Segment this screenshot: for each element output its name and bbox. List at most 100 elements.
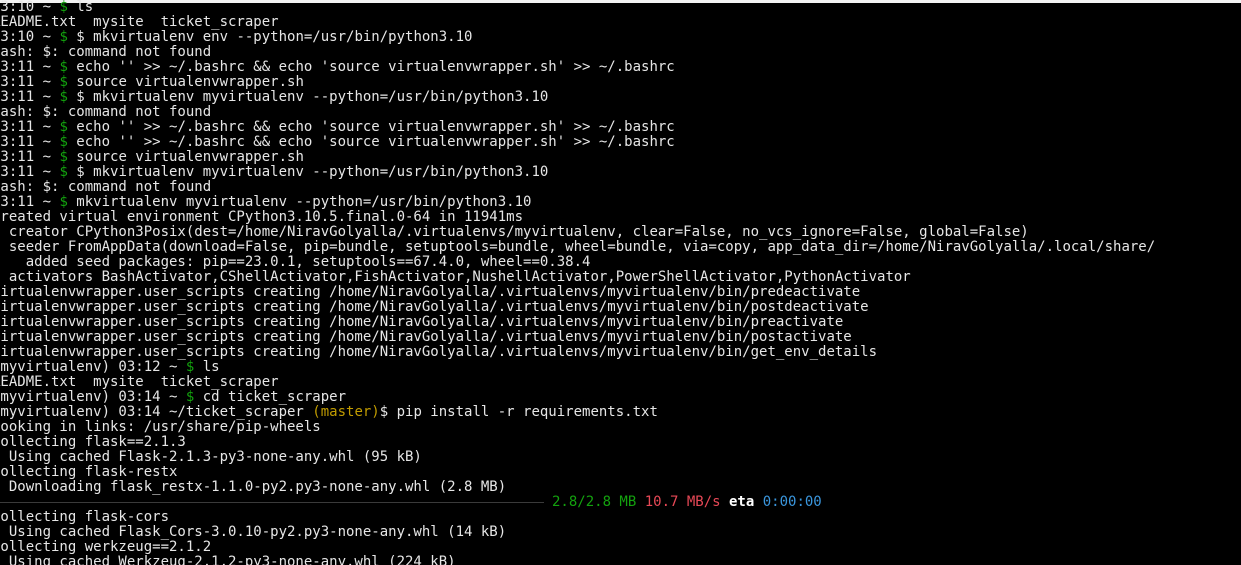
terminal-line: 03:11 ~ $ echo '' >> ~/.bashrc && echo '… [0, 135, 1241, 150]
terminal-line: 03:10 ~ $ ls [0, 0, 1241, 15]
terminal-text-segment: ls [202, 359, 220, 375]
terminal-text-segment: 03:11 ~ [0, 59, 52, 75]
terminal-text-segment: (myvirtualenv) 03:14 ~/ticket_scraper [0, 404, 313, 420]
terminal-text-segment: source virtualenvwrapper.sh [76, 74, 304, 90]
terminal-text-segment: $ mkvirtualenv myvirtualenv --python=/us… [76, 89, 549, 105]
terminal-line: activators BashActivator,CShellActivator… [0, 270, 1241, 285]
terminal-text-segment: Collecting flask==2.1.3 [0, 434, 186, 450]
terminal-text-segment: added seed packages: pip==23.0.1, setupt… [0, 254, 591, 270]
terminal-text-segment: 03:11 ~ [0, 74, 52, 90]
terminal-text-segment: ls [76, 0, 94, 15]
terminal-line: 03:11 ~ $ source virtualenvwrapper.sh [0, 150, 1241, 165]
terminal-text-segment: virtualenvwrapper.user_scripts creating … [0, 344, 878, 360]
terminal-window[interactable]: 03:10 ~ $ lsREADME.txt mysite ticket_scr… [0, 0, 1241, 565]
terminal-line: 03:11 ~ $ source virtualenvwrapper.sh [0, 75, 1241, 90]
terminal-text-segment: activators BashActivator,CShellActivator… [0, 269, 911, 285]
terminal-line: 03:11 ~ $ $ mkvirtualenv myvirtualenv --… [0, 90, 1241, 105]
terminal-text-segment: cd ticket_scraper [202, 389, 347, 405]
terminal-line: (myvirtualenv) 03:14 ~ $ cd ticket_scrap… [0, 390, 1241, 405]
terminal-line: virtualenvwrapper.user_scripts creating … [0, 285, 1241, 300]
terminal-text-segment: bash: $: command not found [0, 104, 212, 120]
terminal-text-segment: Looking in links: /usr/share/pip-wheels [0, 419, 321, 435]
terminal-text-segment: 03:11 ~ [0, 164, 52, 180]
terminal-text-segment: (master) [312, 404, 380, 420]
terminal-line: virtualenvwrapper.user_scripts creating … [0, 330, 1241, 345]
terminal-line: bash: $: command not found [0, 105, 1241, 120]
terminal-text-segment: $ [59, 74, 77, 90]
terminal-line: Collecting werkzeug==2.1.2 [0, 540, 1241, 555]
terminal-text-segment: virtualenvwrapper.user_scripts creating … [0, 299, 869, 315]
terminal-line: virtualenvwrapper.user_scripts creating … [0, 345, 1241, 360]
terminal-text-segment: 10.7 MB/s [644, 494, 721, 510]
terminal-line: 03:11 ~ $ echo '' >> ~/.bashrc && echo '… [0, 120, 1241, 135]
terminal-line: Collecting flask==2.1.3 [0, 435, 1241, 450]
terminal-text-segment: $ [185, 359, 203, 375]
terminal-line: README.txt mysite ticket_scraper [0, 375, 1241, 390]
terminal-line: Using cached Flask-2.1.3-py3-none-any.wh… [0, 450, 1241, 465]
terminal-text-segment: bash: $: command not found [0, 179, 212, 195]
terminal-text-segment: $ pip install -r requirements.txt [379, 404, 658, 420]
terminal-text-segment: seeder FromAppData(download=False, pip=b… [0, 239, 1156, 255]
terminal-line: README.txt mysite ticket_scraper [0, 15, 1241, 30]
terminal-line: Collecting flask-restx [0, 465, 1241, 480]
terminal-text-segment: Collecting werkzeug==2.1.2 [0, 539, 212, 555]
terminal-text-segment: Using cached Werkzeug-2.1.2-py3-none-any… [0, 554, 456, 565]
terminal-text-segment: Using cached Flask_Cors-3.0.10-py2.py3-n… [0, 524, 507, 540]
terminal-text-segment: $ [59, 59, 77, 75]
terminal-text-segment: source virtualenvwrapper.sh [76, 149, 304, 165]
download-progress-bar [0, 501, 544, 503]
terminal-text-segment: $ [59, 194, 77, 210]
terminal-text-segment: virtualenvwrapper.user_scripts creating … [0, 314, 844, 330]
terminal-line: 2.8/2.8 MB 10.7 MB/s eta 0:00:00 [0, 495, 1241, 510]
terminal-line: virtualenvwrapper.user_scripts creating … [0, 315, 1241, 330]
terminal-line: 03:11 ~ $ echo '' >> ~/.bashrc && echo '… [0, 60, 1241, 75]
terminal-text-segment: README.txt mysite ticket_scraper [0, 14, 279, 30]
terminal-line: bash: $: command not found [0, 180, 1241, 195]
terminal-text-segment: Downloading flask_restx-1.1.0-py2.py3-no… [0, 479, 507, 495]
terminal-text-segment: creator CPython3Posix(dest=/home/NiravGo… [0, 224, 1029, 240]
terminal-text-segment: Collecting flask-cors [0, 509, 170, 525]
terminal-text-segment: 03:11 ~ [0, 149, 52, 165]
terminal-line: bash: $: command not found [0, 45, 1241, 60]
terminal-line: 03:11 ~ $ $ mkvirtualenv myvirtualenv --… [0, 165, 1241, 180]
terminal-line: Downloading flask_restx-1.1.0-py2.py3-no… [0, 480, 1241, 495]
terminal-line: (myvirtualenv) 03:14 ~/ticket_scraper (m… [0, 405, 1241, 420]
terminal-text-segment: $ mkvirtualenv myvirtualenv --python=/us… [76, 164, 549, 180]
terminal-text-segment: created virtual environment CPython3.10.… [0, 209, 524, 225]
terminal-line: Looking in links: /usr/share/pip-wheels [0, 420, 1241, 435]
terminal-line: creator CPython3Posix(dest=/home/NiravGo… [0, 225, 1241, 240]
terminal-line: Using cached Flask_Cors-3.0.10-py2.py3-n… [0, 525, 1241, 540]
terminal-text-segment: (myvirtualenv) 03:12 ~ [0, 359, 186, 375]
terminal-text-segment: $ [59, 119, 77, 135]
terminal-text-segment: virtualenvwrapper.user_scripts creating … [0, 329, 852, 345]
terminal-text-segment: $ [59, 29, 77, 45]
terminal-line: added seed packages: pip==23.0.1, setupt… [0, 255, 1241, 270]
terminal-line: 03:11 ~ $ mkvirtualenv myvirtualenv --py… [0, 195, 1241, 210]
terminal-text-segment: $ [59, 0, 77, 15]
terminal-line: virtualenvwrapper.user_scripts creating … [0, 300, 1241, 315]
terminal-output: 03:10 ~ $ lsREADME.txt mysite ticket_scr… [0, 0, 1241, 565]
terminal-line: seeder FromAppData(download=False, pip=b… [0, 240, 1241, 255]
terminal-text-segment: 03:10 ~ [0, 0, 52, 15]
terminal-text-segment: 03:10 ~ [0, 29, 52, 45]
terminal-text-segment: $ mkvirtualenv env --python=/usr/bin/pyt… [76, 29, 473, 45]
terminal-text-segment: 2.8/2.8 MB [552, 494, 645, 510]
terminal-text-segment: $ [59, 164, 77, 180]
terminal-text-segment: (myvirtualenv) 03:14 ~ [0, 389, 186, 405]
terminal-text-segment: echo '' >> ~/.bashrc && echo 'source vir… [76, 119, 675, 135]
terminal-text-segment: $ [185, 389, 203, 405]
terminal-text-segment: bash: $: command not found [0, 44, 212, 60]
terminal-text-segment: Collecting flask-restx [0, 464, 178, 480]
terminal-line: created virtual environment CPython3.10.… [0, 210, 1241, 225]
terminal-text-segment: 0:00:00 [762, 494, 822, 510]
terminal-line: (myvirtualenv) 03:12 ~ $ ls [0, 360, 1241, 375]
terminal-line: 03:10 ~ $ $ mkvirtualenv env --python=/u… [0, 30, 1241, 45]
terminal-text-segment: eta [720, 494, 763, 510]
terminal-text-segment: echo '' >> ~/.bashrc && echo 'source vir… [76, 134, 675, 150]
terminal-text-segment: 03:11 ~ [0, 119, 52, 135]
terminal-text-segment: $ [59, 134, 77, 150]
terminal-text-segment: README.txt mysite ticket_scraper [0, 374, 279, 390]
terminal-text-segment: Using cached Flask-2.1.3-py3-none-any.wh… [0, 449, 422, 465]
terminal-text-segment: $ [59, 149, 77, 165]
terminal-text-segment: echo '' >> ~/.bashrc && echo 'source vir… [76, 59, 675, 75]
